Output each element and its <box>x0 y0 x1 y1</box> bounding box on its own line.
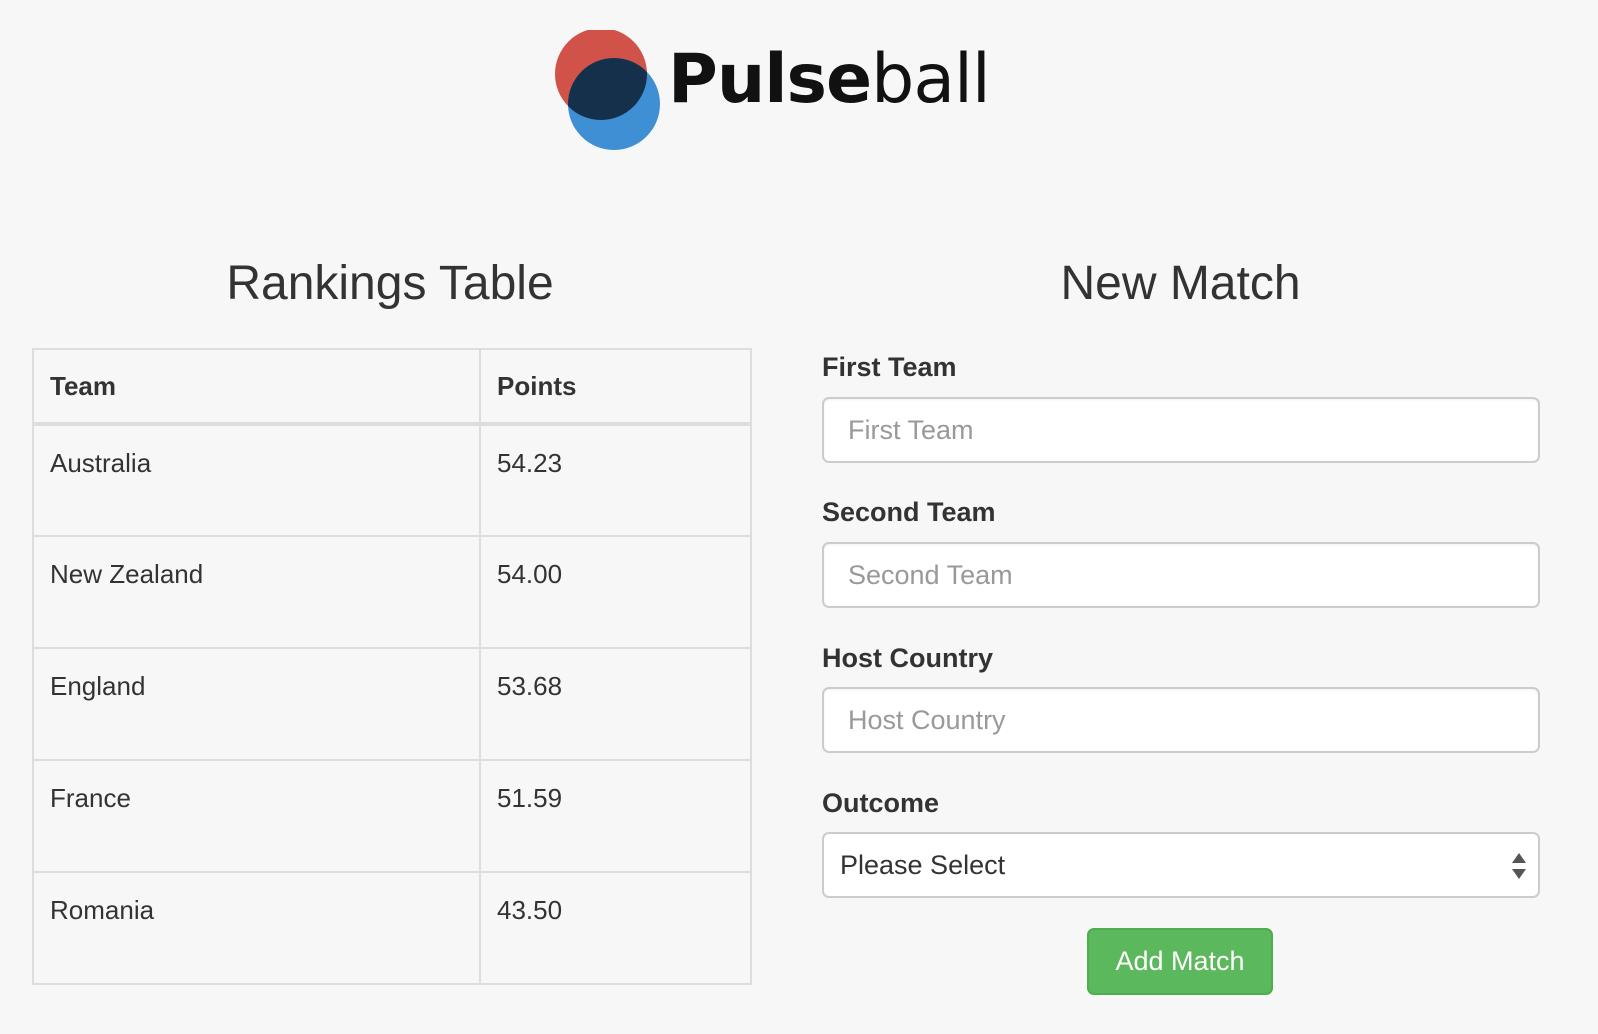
host-country-input[interactable] <box>822 687 1540 753</box>
brand-name-light: ball <box>871 40 991 119</box>
team-cell: New Zealand <box>32 535 481 649</box>
first-team-label: First Team <box>822 352 957 382</box>
table-row: France 51.59 <box>32 759 752 873</box>
first-team-input[interactable] <box>822 397 1540 463</box>
points-cell: 43.50 <box>479 871 752 985</box>
table-row: England 53.68 <box>32 647 752 761</box>
table-header-row: Team Points <box>32 348 752 426</box>
brand-wordmark: Pulseball <box>668 44 991 116</box>
points-cell: 54.00 <box>479 535 752 649</box>
points-cell: 51.59 <box>479 759 752 873</box>
pulseball-logo-icon <box>555 30 660 150</box>
team-cell: Romania <box>32 871 481 985</box>
rankings-table: Team Points Australia 54.23 New Zealand … <box>32 348 752 985</box>
add-match-button[interactable]: Add Match <box>1087 928 1273 995</box>
team-cell: France <box>32 759 481 873</box>
team-cell: Australia <box>32 423 481 537</box>
host-country-label: Host Country <box>822 643 993 673</box>
new-match-title: New Match <box>1060 257 1301 310</box>
table-row: Romania 43.50 <box>32 871 752 985</box>
column-header-points: Points <box>479 348 752 426</box>
outcome-selected-value: Please Select <box>840 850 1006 880</box>
rankings-title: Rankings Table <box>226 257 554 310</box>
brand-name-bold: Pulse <box>668 40 872 119</box>
table-row: New Zealand 54.00 <box>32 535 752 649</box>
team-cell: England <box>32 647 481 761</box>
updown-arrows-icon <box>1512 853 1526 879</box>
column-header-team: Team <box>32 348 481 426</box>
pulseball-logo: Pulseball <box>554 30 991 154</box>
second-team-label: Second Team <box>822 497 996 527</box>
outcome-select[interactable]: Please Select <box>822 832 1540 898</box>
outcome-label: Outcome <box>822 788 940 818</box>
table-row: Australia 54.23 <box>32 423 752 537</box>
points-cell: 54.23 <box>479 423 752 537</box>
second-team-input[interactable] <box>822 542 1540 608</box>
points-cell: 53.68 <box>479 647 752 761</box>
